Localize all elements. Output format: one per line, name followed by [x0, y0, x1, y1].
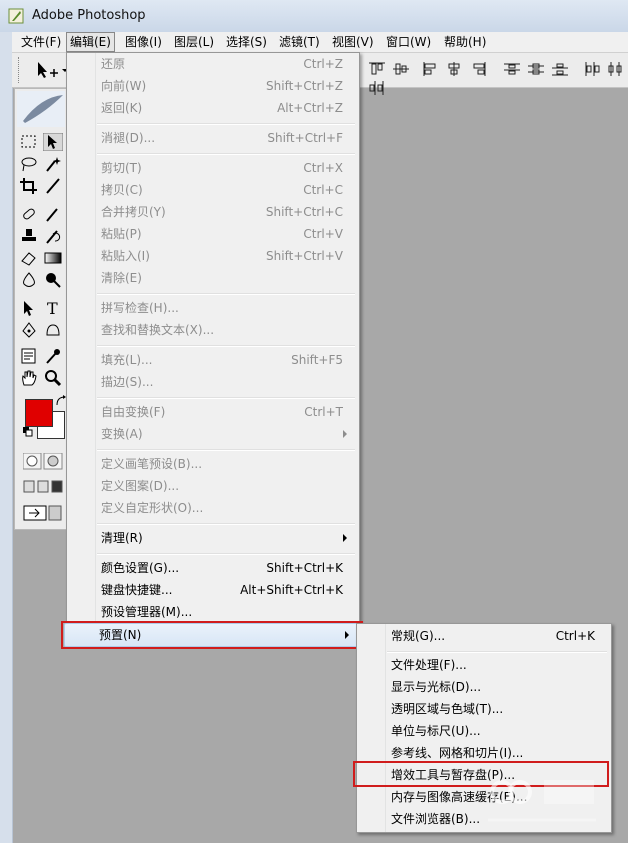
menu-item-purge[interactable]: 清理(R)	[69, 527, 357, 549]
menu-item-paste[interactable]: 粘贴(P) Ctrl+V	[69, 223, 357, 245]
healing-brush-icon[interactable]	[19, 205, 39, 223]
distribute-right-icon[interactable]	[368, 80, 386, 96]
svg-text:T: T	[47, 299, 58, 317]
distribute-left-icon[interactable]	[583, 61, 601, 77]
menu-item-file-handling[interactable]: 文件处理(F)...	[359, 654, 609, 676]
menu-select[interactable]: 选择(S)	[223, 34, 270, 50]
menu-help[interactable]: 帮助(H)	[441, 34, 489, 50]
menu-item-transform[interactable]: 变换(A)	[69, 423, 357, 445]
window-frame-left	[0, 32, 13, 843]
submenu-arrow-icon	[343, 430, 347, 438]
align-top-icon[interactable]	[368, 61, 386, 77]
menu-item-paste-into[interactable]: 粘贴入(I) Shift+Ctrl+V	[69, 245, 357, 267]
menu-item-copy[interactable]: 拷贝(C) Ctrl+C	[69, 179, 357, 201]
menu-separator	[97, 153, 355, 155]
menu-item-check-spelling[interactable]: 拼写检查(H)...	[69, 297, 357, 319]
menu-separator	[387, 651, 607, 653]
notes-tool-icon[interactable]	[19, 347, 39, 365]
menu-item-keyboard-shortcuts[interactable]: 键盘快捷键... Alt+Shift+Ctrl+K	[69, 579, 357, 601]
gradient-tool-icon[interactable]	[43, 249, 63, 267]
eraser-tool-icon[interactable]	[19, 249, 39, 267]
toolbox: T	[14, 88, 68, 530]
path-selection-icon[interactable]	[19, 299, 39, 317]
menu-item-find-replace[interactable]: 查找和替换文本(X)...	[69, 319, 357, 341]
move-tool-icon[interactable]	[43, 133, 63, 151]
menu-separator	[97, 523, 355, 525]
menu-edit[interactable]: 编辑(E)	[66, 32, 115, 52]
menu-image[interactable]: 图像(I)	[122, 34, 165, 50]
menu-view[interactable]: 视图(V)	[329, 34, 377, 50]
clone-stamp-icon[interactable]	[19, 227, 39, 245]
menu-item-define-brush[interactable]: 定义画笔预设(B)...	[69, 453, 357, 475]
menu-separator	[97, 345, 355, 347]
menu-item-transparency-gamut[interactable]: 透明区域与色域(T)...	[359, 698, 609, 720]
menu-item-fill[interactable]: 填充(L)... Shift+F5	[69, 349, 357, 371]
menu-item-display-cursors[interactable]: 显示与光标(D)...	[359, 676, 609, 698]
align-hcenter-icon[interactable]	[445, 61, 463, 77]
menu-file[interactable]: 文件(F)	[18, 34, 64, 50]
align-left-icon[interactable]	[422, 61, 440, 77]
screen-mode-icons[interactable]	[23, 479, 63, 495]
zoom-tool-icon[interactable]	[43, 369, 63, 387]
edit-menu: 还原 Ctrl+Z 向前(W) Shift+Ctrl+Z 返回(K) Alt+Ctrl…	[66, 52, 360, 630]
align-vcenter-icon[interactable]	[392, 61, 410, 77]
type-tool-icon[interactable]: T	[43, 299, 63, 317]
menu-item-undo[interactable]: 还原 Ctrl+Z	[69, 53, 357, 75]
submenu-arrow-icon	[343, 534, 347, 542]
menu-separator	[97, 553, 355, 555]
menu-item-step-backward[interactable]: 返回(K) Alt+Ctrl+Z	[69, 97, 357, 119]
title-bar: Adobe Photoshop	[0, 0, 628, 33]
pen-tool-icon[interactable]	[19, 321, 39, 339]
jump-to-imageready-icon[interactable]	[23, 503, 63, 523]
menu-separator	[97, 293, 355, 295]
align-distribute-icons	[368, 61, 628, 99]
slice-tool-icon[interactable]	[43, 177, 63, 195]
shape-tool-icon[interactable]	[43, 321, 63, 339]
preferences-highlight-box	[61, 621, 363, 649]
crop-tool-icon[interactable]	[19, 177, 39, 195]
blur-tool-icon[interactable]	[19, 271, 39, 289]
menu-item-define-shape[interactable]: 定义自定形状(O)...	[69, 497, 357, 519]
history-brush-icon[interactable]	[43, 227, 63, 245]
menu-item-fade[interactable]: 消褪(D)... Shift+Ctrl+F	[69, 127, 357, 149]
photoshop-feather-logo	[17, 91, 65, 127]
baidu-jingyan-watermark-icon	[488, 780, 596, 822]
menu-item-general[interactable]: 常规(G)... Ctrl+K	[359, 625, 609, 647]
photoshop-feather-icon	[8, 8, 24, 24]
distribute-vcenter-icon[interactable]	[527, 61, 545, 77]
menu-bar: 文件(F) 编辑(E) 图像(I) 图层(L) 选择(S) 滤镜(T) 视图(V…	[12, 32, 628, 53]
menu-item-units-rulers[interactable]: 单位与标尺(U)...	[359, 720, 609, 742]
menu-filter[interactable]: 滤镜(T)	[276, 34, 323, 50]
hand-tool-icon[interactable]	[19, 369, 39, 387]
foreground-color-swatch[interactable]	[25, 399, 53, 427]
align-right-icon[interactable]	[469, 61, 487, 77]
menu-item-stroke[interactable]: 描边(S)...	[69, 371, 357, 393]
marquee-tool-icon[interactable]	[19, 133, 39, 151]
window-title: Adobe Photoshop	[32, 8, 146, 23]
menu-layer[interactable]: 图层(L)	[171, 34, 217, 50]
eyedropper-icon[interactable]	[43, 347, 63, 365]
distribute-bottom-icon[interactable]	[551, 61, 569, 77]
options-bar-grip[interactable]	[18, 57, 22, 83]
distribute-hcenter-icon[interactable]	[606, 61, 624, 77]
menu-separator	[97, 397, 355, 399]
menu-item-define-pattern[interactable]: 定义图案(D)...	[69, 475, 357, 497]
quick-mask-mode-icons[interactable]	[23, 453, 63, 471]
brush-tool-icon[interactable]	[43, 205, 63, 223]
menu-item-color-settings[interactable]: 颜色设置(G)... Shift+Ctrl+K	[69, 557, 357, 579]
default-colors-icon[interactable]	[23, 427, 33, 437]
menu-item-clear[interactable]: 清除(E)	[69, 267, 357, 289]
magic-wand-icon[interactable]	[43, 155, 63, 173]
distribute-top-icon[interactable]	[503, 61, 521, 77]
menu-item-copy-merged[interactable]: 合并拷贝(Y) Shift+Ctrl+C	[69, 201, 357, 223]
menu-item-step-forward[interactable]: 向前(W) Shift+Ctrl+Z	[69, 75, 357, 97]
menu-item-preset-manager[interactable]: 预设管理器(M)...	[69, 601, 357, 623]
lasso-tool-icon[interactable]	[19, 155, 39, 173]
menu-window[interactable]: 窗口(W)	[383, 34, 434, 50]
menu-item-free-transform[interactable]: 自由变换(F) Ctrl+T	[69, 401, 357, 423]
dodge-tool-icon[interactable]	[43, 271, 63, 289]
menu-separator	[97, 123, 355, 125]
menu-item-cut[interactable]: 剪切(T) Ctrl+X	[69, 157, 357, 179]
menu-separator	[97, 449, 355, 451]
